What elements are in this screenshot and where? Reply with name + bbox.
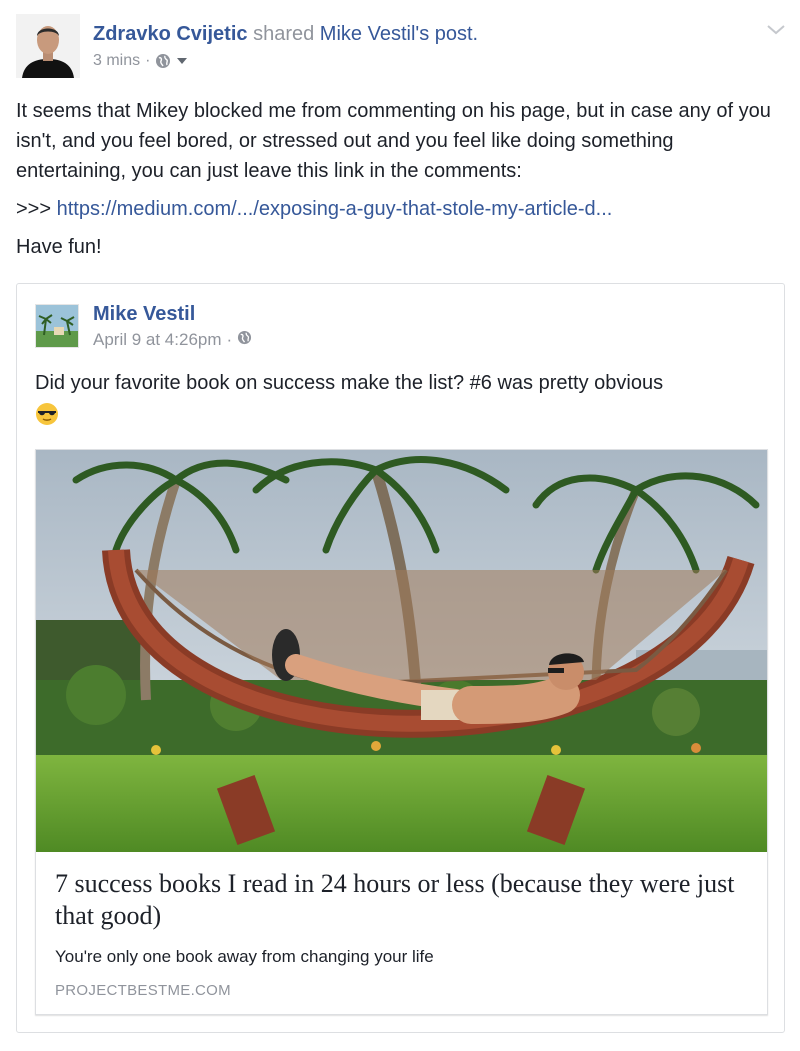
- link-preview-image[interactable]: [36, 450, 767, 852]
- shared-post-card: Mike Vestil April 9 at 4:26pm · Did your…: [16, 283, 785, 1033]
- shared-author-avatar[interactable]: [35, 304, 79, 348]
- chevron-down-icon[interactable]: [764, 20, 788, 40]
- shared-post-meta: April 9 at 4:26pm ·: [93, 328, 252, 352]
- shared-post-text: Did your favorite book on success make t…: [35, 368, 770, 435]
- post-body: It seems that Mikey blocked me from comm…: [16, 96, 786, 270]
- post-headline: Zdravko Cvijetic shared Mike Vestil's po…: [93, 20, 753, 48]
- shared-author-name-link[interactable]: Mike Vestil: [93, 300, 252, 328]
- post-header: Zdravko Cvijetic shared Mike Vestil's po…: [93, 20, 753, 72]
- link-preview-title[interactable]: 7 success books I read in 24 hours or le…: [55, 868, 755, 932]
- meta-separator: ·: [226, 330, 233, 349]
- medium-article-link[interactable]: https://medium.com/.../exposing-a-guy-th…: [57, 198, 613, 220]
- post-paragraph-closing: Have fun!: [16, 236, 102, 258]
- shared-post-header: Mike Vestil April 9 at 4:26pm ·: [93, 300, 252, 352]
- shared-post-timestamp[interactable]: April 9 at 4:26pm: [93, 328, 222, 352]
- author-name-link[interactable]: Zdravko Cvijetic: [93, 23, 248, 45]
- link-prefix: >>>: [16, 198, 57, 220]
- post-link-line: >>> https://medium.com/.../exposing-a-gu…: [16, 194, 786, 224]
- shared-label: shared: [253, 23, 315, 45]
- author-avatar[interactable]: [16, 14, 80, 78]
- caret-down-icon[interactable]: [176, 56, 188, 66]
- shared-post-message: Did your favorite book on success make t…: [35, 372, 664, 394]
- post-meta: 3 mins ·: [93, 50, 753, 72]
- feed-post: Zdravko Cvijetic shared Mike Vestil's po…: [0, 0, 800, 1051]
- meta-separator: ·: [145, 52, 151, 69]
- link-preview-domain: PROJECTBESTME.COM: [55, 982, 231, 999]
- globe-icon[interactable]: [237, 328, 252, 352]
- original-post-link[interactable]: Mike Vestil's post.: [320, 23, 478, 45]
- link-preview-description: You're only one book away from changing …: [55, 947, 434, 966]
- post-paragraph: It seems that Mikey blocked me from comm…: [16, 100, 771, 182]
- link-preview-card[interactable]: 7 success books I read in 24 hours or le…: [35, 449, 768, 1015]
- globe-icon[interactable]: [155, 53, 171, 69]
- post-timestamp[interactable]: 3 mins: [93, 50, 140, 72]
- sunglasses-emoji: [35, 402, 770, 435]
